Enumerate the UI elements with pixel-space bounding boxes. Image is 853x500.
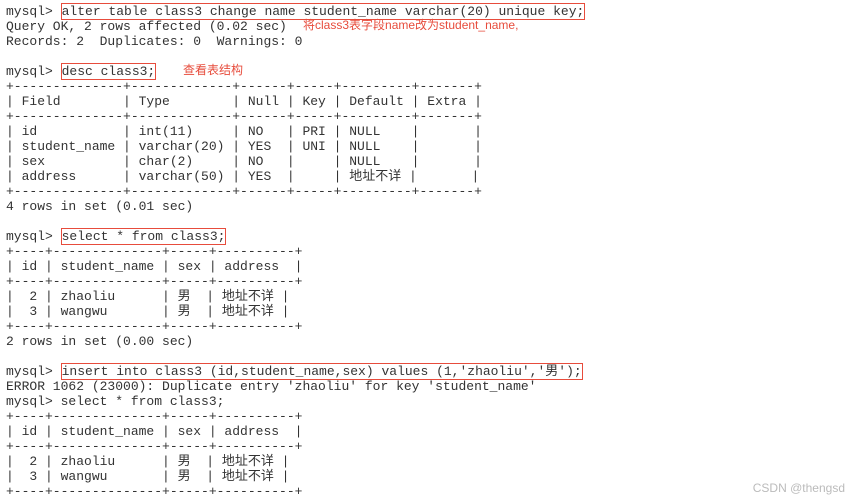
sql-desc: desc class3; [61, 63, 157, 80]
annotation-view-structure: 查看表结构 [183, 63, 243, 78]
sql-select: select * from class3; [61, 394, 225, 409]
mysql-terminal-output: mysql> alter table class3 change name st… [0, 0, 853, 500]
sql-select: select * from class3; [61, 228, 227, 245]
table-row: | 2 | zhaoliu | 男 | 地址不详 | [6, 289, 289, 304]
prompt: mysql> [6, 4, 61, 19]
table-row: | 2 | zhaoliu | 男 | 地址不详 | [6, 454, 289, 469]
table-sep: +----+--------------+-----+----------+ [6, 484, 302, 499]
table-row: | 3 | wangwu | 男 | 地址不详 | [6, 469, 289, 484]
result-line: Records: 2 Duplicates: 0 Warnings: 0 [6, 34, 302, 49]
table-row: | sex | char(2) | NO | | NULL | | [6, 154, 482, 169]
table-row: | student_name | varchar(20) | YES | UNI… [6, 139, 482, 154]
table-sep: +----+--------------+-----+----------+ [6, 319, 302, 334]
sql-insert: insert into class3 (id,student_name,sex)… [61, 363, 583, 380]
result-line: Query OK, 2 rows affected (0.02 sec) [6, 19, 287, 34]
table-header: | id | student_name | sex | address | [6, 424, 302, 439]
prompt: mysql> [6, 364, 61, 379]
prompt: mysql> [6, 394, 61, 409]
table-header: | Field | Type | Null | Key | Default | … [6, 94, 482, 109]
table-sep: +--------------+-------------+------+---… [6, 109, 482, 124]
table-sep: +----+--------------+-----+----------+ [6, 409, 302, 424]
prompt: mysql> [6, 229, 61, 244]
table-sep: +----+--------------+-----+----------+ [6, 274, 302, 289]
table-sep: +----+--------------+-----+----------+ [6, 244, 302, 259]
table-sep: +--------------+-------------+------+---… [6, 79, 482, 94]
table-sep: +----+--------------+-----+----------+ [6, 439, 302, 454]
table-row: | 3 | wangwu | 男 | 地址不详 | [6, 304, 289, 319]
prompt: mysql> [6, 64, 61, 79]
table-sep: +--------------+-------------+------+---… [6, 184, 482, 199]
table-header: | id | student_name | sex | address | [6, 259, 302, 274]
table-row: | id | int(11) | NO | PRI | NULL | | [6, 124, 482, 139]
annotation-rename-field: 将class3表字段name改为student_name, [303, 18, 518, 33]
summary-line: 2 rows in set (0.00 sec) [6, 334, 193, 349]
table-row: | address | varchar(50) | YES | | 地址不详 |… [6, 169, 479, 184]
watermark: CSDN @thengsd [753, 481, 845, 496]
error-line: ERROR 1062 (23000): Duplicate entry 'zha… [6, 379, 537, 394]
summary-line: 4 rows in set (0.01 sec) [6, 199, 193, 214]
